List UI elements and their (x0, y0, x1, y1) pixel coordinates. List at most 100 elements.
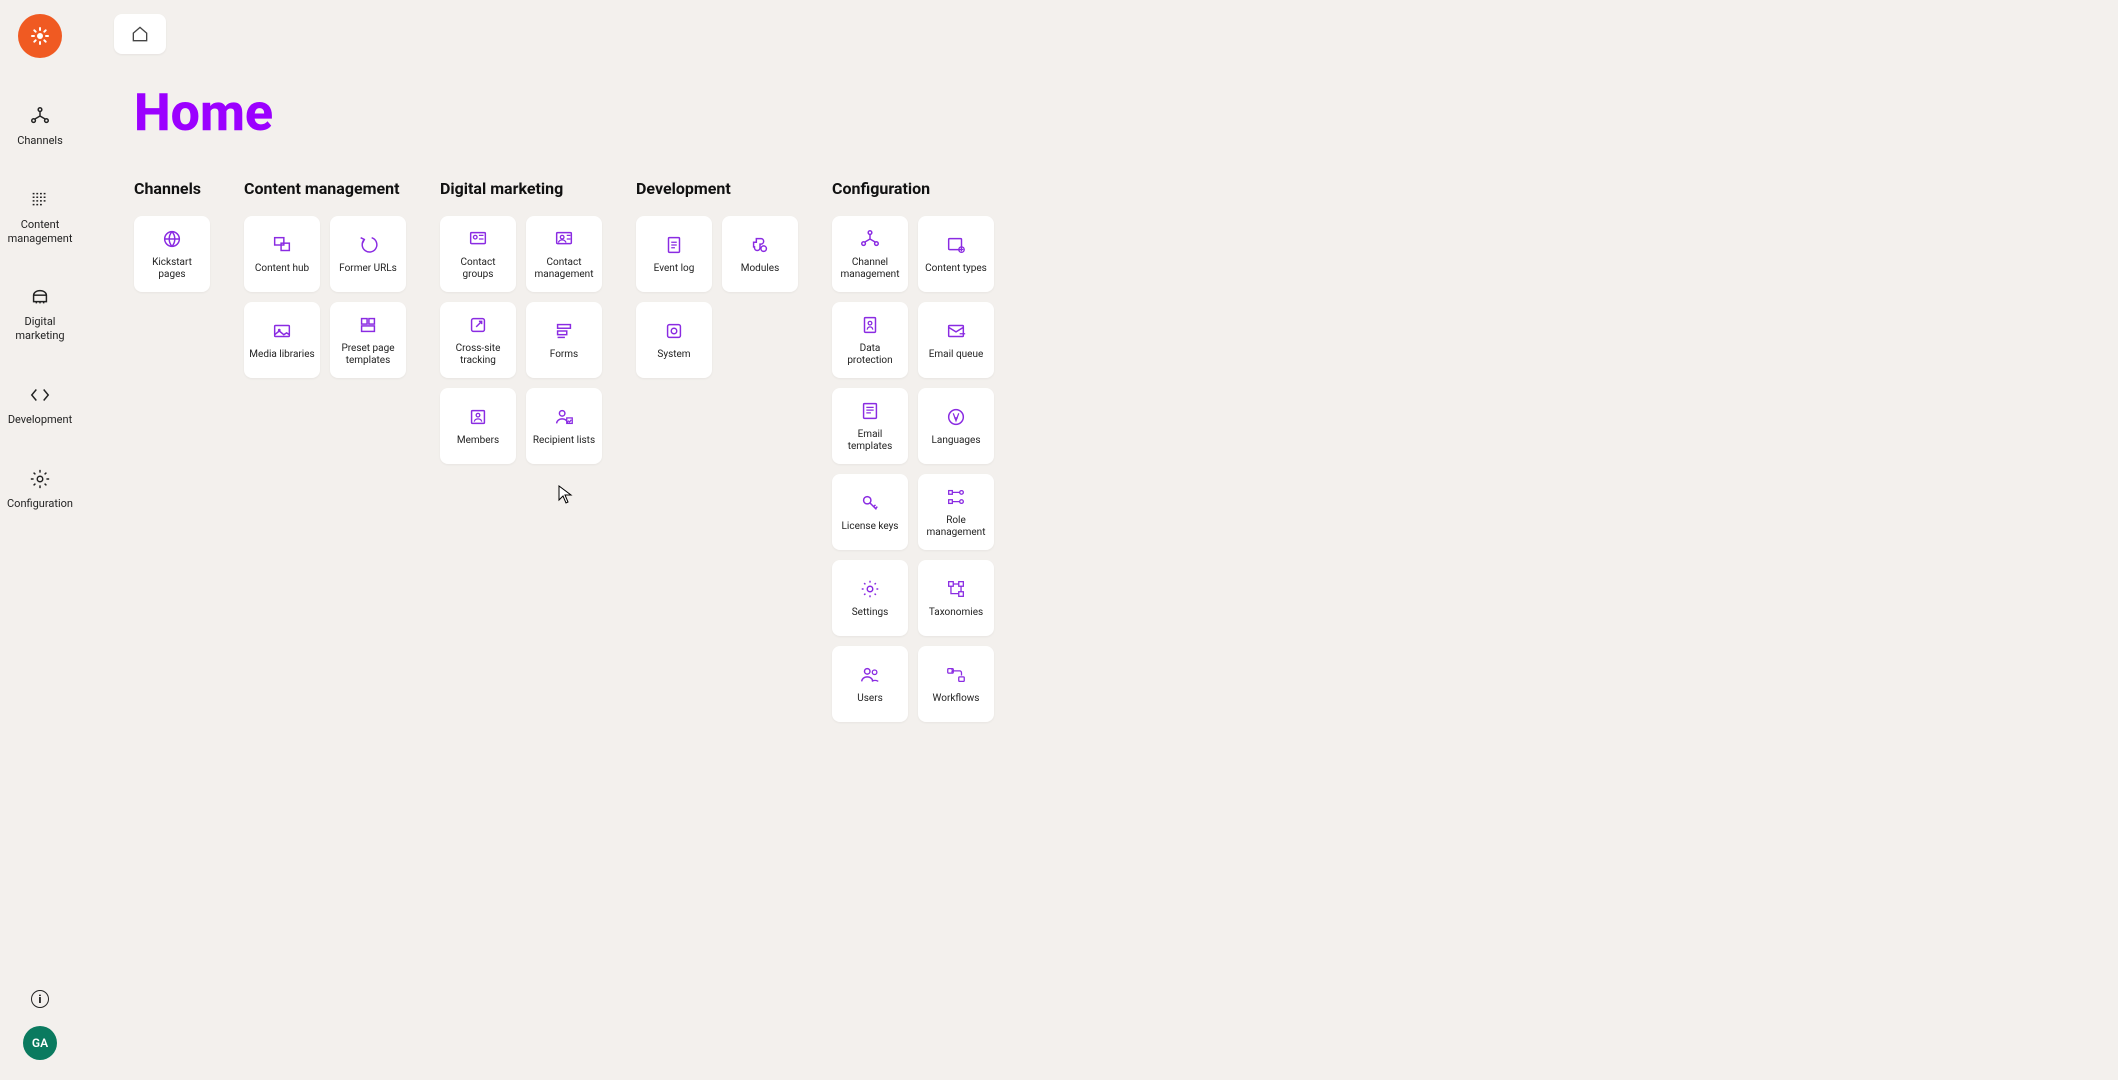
recipient-lists-icon (553, 405, 575, 429)
settings-icon (859, 577, 881, 601)
tile-recipient-lists[interactable]: Recipient lists (526, 388, 602, 464)
home-icon (130, 24, 150, 44)
tile-label: Cross-site tracking (444, 343, 512, 367)
tile-label: Languages (932, 435, 981, 447)
tile-label: Preset page templates (334, 343, 402, 367)
tile-label: Contact groups (444, 257, 512, 281)
tile-preset-page-templates[interactable]: Preset page templates (330, 302, 406, 378)
development-icon (29, 383, 51, 407)
role-mgmt-icon (945, 485, 967, 509)
tile-contact-groups[interactable]: Contact groups (440, 216, 516, 292)
tile-contact-management[interactable]: Contact management (526, 216, 602, 292)
section-configuration: Configuration Channel management Content… (832, 179, 994, 722)
section-content-management: Content management Content hub Former UR… (244, 179, 406, 722)
configuration-icon (29, 467, 51, 491)
tile-label: Workflows (933, 693, 980, 705)
tile-forms[interactable]: Forms (526, 302, 602, 378)
tile-label: Kickstart pages (138, 257, 206, 281)
sections: Channels Kickstart pages Content managem… (134, 179, 2094, 722)
main-content: Home Channels Kickstart pages Content ma… (80, 0, 2118, 1080)
system-icon (663, 319, 685, 343)
tile-channel-management[interactable]: Channel management (832, 216, 908, 292)
tile-label: Contact management (530, 257, 598, 281)
email-templates-icon (859, 399, 881, 423)
sidebar-item-development[interactable]: Development (5, 375, 75, 435)
tile-label: Members (457, 435, 499, 447)
section-title: Configuration (832, 179, 994, 198)
tile-label: Recipient lists (533, 435, 595, 447)
sidebar-item-digital-marketing[interactable]: Digital marketing (5, 277, 75, 351)
tile-label: System (657, 349, 690, 361)
tile-label: Role management (922, 515, 990, 539)
tile-label: Forms (550, 349, 578, 361)
tile-label: Media libraries (249, 349, 314, 361)
tile-label: Former URLs (339, 263, 397, 275)
tile-content-types[interactable]: Content types (918, 216, 994, 292)
channels-icon (29, 104, 51, 128)
section-development: Development Event log Modules System (636, 179, 798, 722)
channel-mgmt-icon (859, 227, 881, 251)
preset-templates-icon (357, 313, 379, 337)
section-title: Channels (134, 179, 210, 198)
tile-workflows[interactable]: Workflows (918, 646, 994, 722)
tile-label: Email templates (836, 429, 904, 453)
tile-email-templates[interactable]: Email templates (832, 388, 908, 464)
tile-settings[interactable]: Settings (832, 560, 908, 636)
data-protection-icon (859, 313, 881, 337)
workflows-icon (945, 663, 967, 687)
tile-label: Email queue (929, 349, 984, 361)
content-mgmt-icon (29, 188, 51, 212)
tile-former-urls[interactable]: Former URLs (330, 216, 406, 292)
tile-event-log[interactable]: Event log (636, 216, 712, 292)
sidebar-item-label: Configuration (7, 497, 73, 511)
app-logo[interactable] (18, 14, 62, 58)
tile-modules[interactable]: Modules (722, 216, 798, 292)
tile-users[interactable]: Users (832, 646, 908, 722)
sidebar-item-channels[interactable]: Channels (5, 96, 75, 156)
media-libraries-icon (271, 319, 293, 343)
tile-media-libraries[interactable]: Media libraries (244, 302, 320, 378)
tile-cross-site-tracking[interactable]: Cross-site tracking (440, 302, 516, 378)
section-title: Content management (244, 179, 406, 198)
cross-site-icon (467, 313, 489, 337)
globe-icon (161, 227, 183, 251)
sidebar-item-content-management[interactable]: Content management (5, 180, 75, 254)
former-urls-icon (357, 233, 379, 257)
event-log-icon (663, 233, 685, 257)
license-keys-icon (859, 491, 881, 515)
tile-data-protection[interactable]: Data protection (832, 302, 908, 378)
tile-label: Channel management (836, 257, 904, 281)
section-title: Development (636, 179, 798, 198)
tile-label: Settings (852, 607, 889, 619)
tile-label: Content hub (255, 263, 309, 275)
tile-role-management[interactable]: Role management (918, 474, 994, 550)
members-icon (467, 405, 489, 429)
modules-icon (749, 233, 771, 257)
tile-content-hub[interactable]: Content hub (244, 216, 320, 292)
info-button[interactable]: i (31, 990, 49, 1008)
tile-label: Content types (925, 263, 987, 275)
page-title: Home (134, 82, 2094, 143)
tile-license-keys[interactable]: License keys (832, 474, 908, 550)
sidebar: Channels Content management Digital mark… (0, 0, 80, 1080)
avatar[interactable]: GA (23, 1026, 57, 1060)
section-channels: Channels Kickstart pages (134, 179, 210, 722)
tile-kickstart-pages[interactable]: Kickstart pages (134, 216, 210, 292)
tile-label: Taxonomies (929, 607, 983, 619)
tile-members[interactable]: Members (440, 388, 516, 464)
users-icon (859, 663, 881, 687)
tile-label: Users (857, 693, 883, 705)
home-button[interactable] (114, 14, 166, 54)
contact-mgmt-icon (553, 227, 575, 251)
tile-languages[interactable]: Languages (918, 388, 994, 464)
section-digital-marketing: Digital marketing Contact groups Contact… (440, 179, 602, 722)
tile-taxonomies[interactable]: Taxonomies (918, 560, 994, 636)
sidebar-item-label: Development (8, 413, 72, 427)
languages-icon (945, 405, 967, 429)
content-hub-icon (271, 233, 293, 257)
tile-label: License keys (842, 521, 899, 533)
tile-email-queue[interactable]: Email queue (918, 302, 994, 378)
tile-system[interactable]: System (636, 302, 712, 378)
sidebar-item-label: Content management (7, 218, 73, 246)
sidebar-item-configuration[interactable]: Configuration (5, 459, 75, 519)
